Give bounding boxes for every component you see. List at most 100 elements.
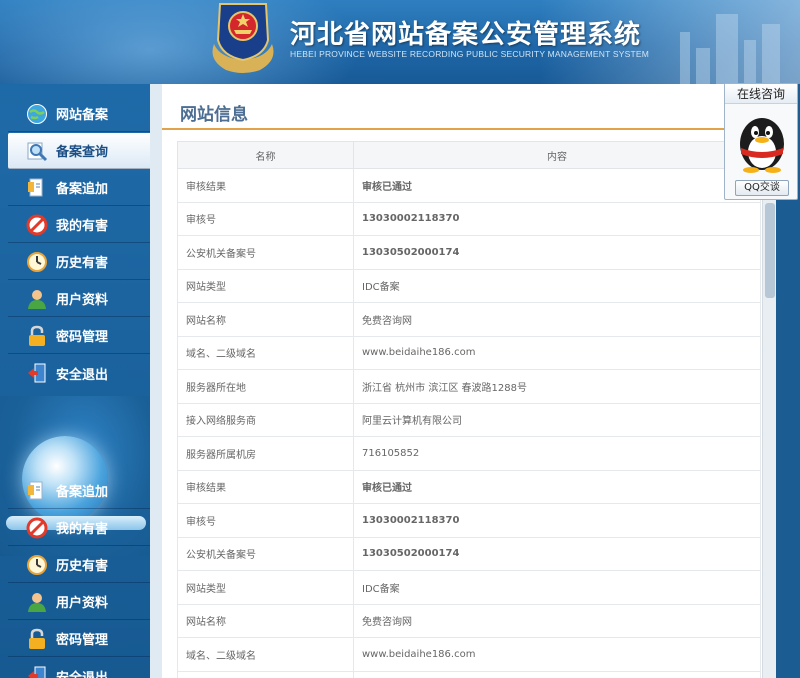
- sidebar-item-user-profile[interactable]: 用户资料: [8, 584, 150, 620]
- sidebar-item-my-harmful[interactable]: 我的有害: [8, 510, 150, 546]
- row-name-cell: 网站名称: [177, 603, 354, 638]
- document-add-icon: [28, 178, 43, 196]
- sidebar-item-my-harmful[interactable]: 我的有害: [8, 207, 150, 243]
- table-row: 审核结果 审核已通过: [177, 469, 761, 504]
- table-row: 审核号 13030002118370: [177, 503, 761, 538]
- row-value-cell: 审核已通过: [353, 168, 761, 203]
- row-value-cell: 13030502000174: [353, 235, 761, 270]
- online-consult-title: 在线咨询: [725, 84, 797, 104]
- row-value-cell: www.beidaihe186.com: [353, 335, 761, 370]
- sidebar-item-label: 备案追加: [56, 485, 109, 500]
- row-value-cell: 审核已通过: [353, 469, 761, 504]
- site-subtitle: HEBEI PROVINCE WEBSITE RECORDING PUBLIC …: [290, 49, 650, 59]
- sidebar-item-password-management[interactable]: 密码管理: [8, 318, 150, 354]
- prohibited-icon: [26, 517, 48, 538]
- document-add-icon: [28, 481, 43, 499]
- qq-chat-button[interactable]: QQ交谈: [735, 180, 789, 196]
- row-name-cell: 服务器所属机房: [177, 436, 354, 471]
- table-row: 审核号 13030002118370: [177, 201, 761, 236]
- sidebar-item-label: 备案查询: [56, 145, 109, 160]
- row-value-cell: www.beidaihe186.com: [353, 637, 761, 672]
- row-value-cell: [353, 670, 761, 678]
- row-value-cell: IDC备案: [353, 268, 761, 303]
- sidebar-item-filing-query[interactable]: 备案查询: [8, 133, 150, 169]
- row-name-cell: [177, 670, 354, 678]
- row-name-cell: 审核结果: [177, 168, 354, 203]
- sidebar-item-user-profile[interactable]: 用户资料: [8, 281, 150, 317]
- sidebar-item-label: 安全退出: [56, 367, 109, 383]
- row-name-cell: 接入网络服务商: [177, 402, 354, 437]
- skyline-building: [744, 40, 756, 84]
- sidebar-item-label: 历史有害: [56, 559, 109, 574]
- row-name-cell: 服务器所在地: [177, 369, 354, 404]
- row-value-cell: 阿里云计算机有限公司: [353, 402, 761, 437]
- table-header-row: 名称 内容: [177, 141, 761, 169]
- police-emblem-logo: [212, 3, 274, 73]
- site-title: 河北省网站备案公安管理系统: [290, 20, 642, 50]
- sidebar-item-label: 用户资料: [56, 293, 109, 308]
- sidebar-item-safe-exit[interactable]: 安全退出: [8, 355, 150, 391]
- table-row: 网站类型 IDC备案: [177, 268, 761, 303]
- scrollbar-thumb[interactable]: [765, 203, 775, 298]
- row-value-cell: 13030002118370: [353, 503, 761, 538]
- sidebar-item-safe-exit[interactable]: 安全退出: [8, 658, 150, 678]
- table-row: 服务器所在地 浙江省 杭州市 滨江区 春波路1288号: [177, 369, 761, 404]
- sidebar-item-label: 用户资料: [56, 596, 109, 611]
- row-name-cell: 网站类型: [177, 570, 354, 605]
- row-value-cell: 免费咨询网: [353, 302, 761, 337]
- row-name-cell: 公安机关备案号: [177, 235, 354, 270]
- skyline-building: [680, 32, 690, 84]
- clock-icon: [27, 554, 47, 575]
- sidebar-item-history-harmful[interactable]: 历史有害: [8, 547, 150, 583]
- sidebar-item-label: 网站备案: [56, 108, 109, 123]
- column-header-content: 内容: [353, 141, 761, 169]
- skyline-building: [762, 24, 780, 84]
- skyline-building: [696, 48, 710, 84]
- website-info-table: 名称 内容 审核结果 审核已通过 审核号 13030002118370 公安机关备案号 1…: [177, 141, 761, 678]
- row-name-cell: 审核号: [177, 503, 354, 538]
- exit-icon: [28, 666, 46, 678]
- row-name-cell: 审核结果: [177, 469, 354, 504]
- table-row: 服务器所属机房 716105852: [177, 436, 761, 471]
- online-consult-widget: 在线咨询 QQ交谈: [724, 83, 798, 200]
- table-row: 网站类型 IDC备案: [177, 570, 761, 605]
- row-name-cell: 网站类型: [177, 268, 354, 303]
- table-row: 域名、二级域名 www.beidaihe186.com: [177, 335, 761, 370]
- table-body: 审核结果 审核已通过 审核号 13030002118370 公安机关备案号 1303050…: [177, 168, 761, 678]
- sidebar-item-label: 历史有害: [56, 256, 109, 271]
- column-header-name: 名称: [177, 141, 354, 169]
- sidebar-item-filing-append[interactable]: 备案追加: [8, 170, 150, 206]
- row-value-cell: 免费咨询网: [353, 603, 761, 638]
- sidebar-item-filing-append[interactable]: 备案追加: [8, 473, 150, 509]
- row-name-cell: 公安机关备案号: [177, 536, 354, 571]
- page-title: 网站信息: [180, 105, 248, 125]
- row-name-cell: 域名、二级域名: [177, 637, 354, 672]
- main-panel: 网站信息 名称 内容 审核结果 审核已通过 审核号 13030002118370 公安机…: [150, 84, 775, 678]
- table-row: 审核结果 审核已通过: [177, 168, 761, 203]
- user-icon: [28, 592, 46, 612]
- sidebar-item-history-harmful[interactable]: 历史有害: [8, 244, 150, 280]
- panel-header: 网站信息: [162, 92, 775, 130]
- row-value-cell: 716105852: [353, 436, 761, 471]
- row-value-cell: 浙江省 杭州市 滨江区 春波路1288号: [353, 369, 761, 404]
- sidebar-item-website-filing[interactable]: 网站备案: [8, 96, 150, 132]
- table-row: [177, 670, 761, 678]
- page-header: 河北省网站备案公安管理系统 HEBEI PROVINCE WEBSITE REC…: [0, 0, 800, 84]
- qq-penguin-icon[interactable]: [731, 108, 793, 174]
- globe-icon: [27, 103, 47, 124]
- row-name-cell: 域名、二级域名: [177, 335, 354, 370]
- sidebar-item-label: 我的有害: [56, 522, 109, 537]
- row-value-cell: 13030502000174: [353, 536, 761, 571]
- sidebar-item-password-management[interactable]: 密码管理: [8, 621, 150, 657]
- user-icon: [28, 289, 46, 309]
- row-value-cell: IDC备案: [353, 570, 761, 605]
- table-row: 域名、二级域名 www.beidaihe186.com: [177, 637, 761, 672]
- row-name-cell: 审核号: [177, 201, 354, 236]
- sidebar-item-label: 密码管理: [56, 330, 109, 345]
- row-value-cell: 13030002118370: [353, 201, 761, 236]
- lock-icon: [29, 628, 45, 649]
- vertical-scrollbar[interactable]: [762, 197, 776, 678]
- sidebar-item-label: 我的有害: [56, 219, 109, 234]
- lock-icon: [29, 325, 45, 346]
- magnifier-icon: [27, 142, 48, 161]
